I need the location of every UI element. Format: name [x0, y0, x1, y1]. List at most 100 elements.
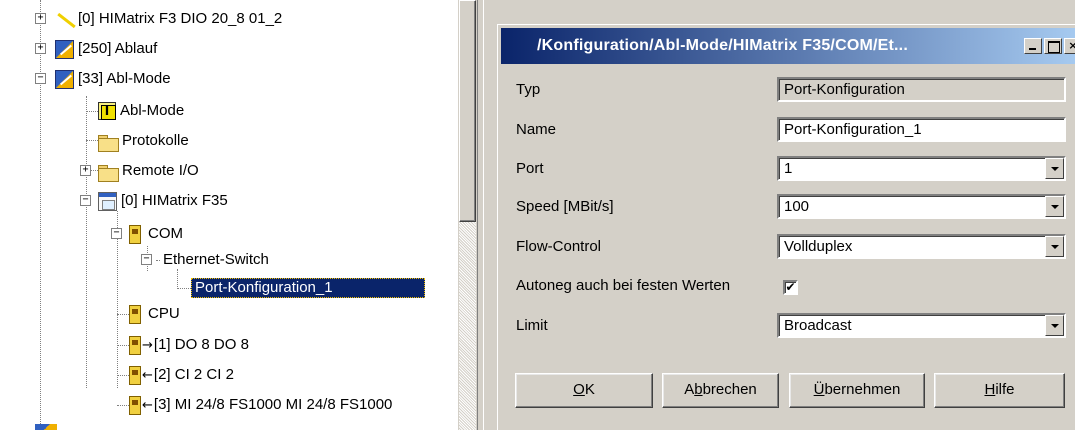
chevron-down-icon[interactable] [1045, 196, 1064, 217]
ok-button[interactable]: OK [515, 373, 653, 408]
tree-item-do8[interactable]: → [1] DO 8 DO 8 [129, 334, 252, 356]
configuration-icon [55, 39, 74, 59]
tree-item-ablauf[interactable]: [250] Ablauf [55, 38, 160, 60]
tree-item-label: [33] Abl-Mode [78, 70, 171, 87]
tree-item-label: Remote I/O [122, 162, 199, 179]
tree-item-label: Ethernet-Switch [163, 251, 269, 268]
tree-item-ci2[interactable]: ← [2] CI 2 CI 2 [129, 364, 237, 386]
controller-module-icon [98, 191, 117, 211]
input-arrow-icon: ← [142, 367, 153, 383]
name-label: Name [516, 121, 557, 138]
port-select-value: 1 [784, 160, 793, 177]
maximize-button[interactable] [1044, 38, 1062, 54]
tree-line [86, 111, 98, 112]
tree-line [117, 375, 129, 376]
tree-item-cpu[interactable]: CPU [129, 303, 183, 325]
flow-control-select-value: Vollduplex [784, 238, 853, 255]
scrollbar-thumb[interactable] [459, 0, 476, 222]
ok-label: K [584, 381, 595, 398]
chevron-down-icon[interactable] [1045, 236, 1064, 257]
tree-item-remote-io[interactable]: Remote I/O [98, 160, 202, 182]
collapse-toggle[interactable]: − [35, 73, 46, 84]
tree-item-label: Protokolle [122, 132, 189, 149]
name-field[interactable]: Port-Konfiguration_1 [777, 117, 1066, 142]
configuration-icon [55, 69, 74, 89]
tree-item-label: [0] HIMatrix F3 DIO 20_8 01_2 [78, 10, 283, 27]
tree-item-abl-mode-resource[interactable]: I Abl-Mode [98, 100, 187, 122]
close-icon: × [1068, 39, 1075, 52]
tree-line [156, 259, 160, 261]
apply-button[interactable]: Übernehmen [789, 373, 925, 408]
card-icon [129, 395, 141, 415]
checkmark-icon: ✔ [785, 280, 796, 294]
card-icon [129, 365, 141, 385]
tree-item-himatrix-f35[interactable]: [0] HIMatrix F35 [98, 190, 231, 212]
collapse-toggle[interactable]: − [141, 254, 152, 265]
tree-item-label: [2] CI 2 CI 2 [153, 366, 234, 383]
cancel-button[interactable]: Abbrechen [662, 373, 779, 408]
cancel-label-pre: A [684, 381, 695, 398]
autoneg-label: Autoneg auch bei festen Werten [516, 277, 731, 294]
limit-label: Limit [516, 317, 548, 334]
tree-item-label: Abl-Mode [120, 102, 185, 119]
speed-select-value: 100 [784, 198, 810, 215]
scrollbar-track[interactable] [459, 222, 476, 430]
expand-toggle[interactable]: + [80, 165, 91, 176]
chevron-down-icon[interactable] [1045, 158, 1064, 179]
apply-accel: Ü [813, 381, 825, 398]
tree-item-mi24[interactable]: ← [3] MI 24/8 FS1000 MI 24/8 FS1000 [129, 394, 395, 416]
expand-toggle[interactable]: + [35, 13, 46, 24]
tree-item-abl-mode-config[interactable]: [33] Abl-Mode [55, 68, 174, 90]
apply-label: bernehmen [824, 381, 901, 398]
tree-item-label: [0] HIMatrix F35 [121, 192, 228, 209]
tree-line [86, 140, 98, 141]
limit-select[interactable]: Broadcast [777, 313, 1066, 338]
tree-item-f3-dio[interactable]: [0] HIMatrix F3 DIO 20_8 01_2 [55, 8, 285, 30]
tree-item-protokolle[interactable]: Protokolle [98, 130, 192, 152]
tree-line [40, 0, 41, 430]
resource-icon: I [98, 102, 116, 120]
speed-select[interactable]: 100 [777, 194, 1066, 219]
tree-item-label: [3] MI 24/8 FS1000 MI 24/8 FS1000 [153, 396, 393, 413]
card-icon [129, 335, 141, 355]
help-label: ilfe [995, 381, 1015, 398]
minimize-button[interactable] [1024, 38, 1042, 54]
configuration-icon [35, 424, 57, 430]
port-select[interactable]: 1 [777, 156, 1066, 181]
speed-label: Speed [MBit/s] [516, 198, 614, 215]
collapse-toggle[interactable]: − [111, 228, 122, 239]
close-button[interactable]: × [1064, 38, 1075, 54]
limit-select-value: Broadcast [784, 317, 852, 334]
card-icon [129, 224, 141, 244]
autoneg-checkbox[interactable]: ✔ [783, 280, 798, 295]
folder-icon [98, 165, 119, 182]
flow-control-label: Flow-Control [516, 238, 602, 255]
folder-icon [98, 135, 119, 152]
tree-scrollbar[interactable] [457, 0, 477, 430]
card-icon [129, 304, 141, 324]
expand-toggle[interactable]: + [35, 43, 46, 54]
help-button[interactable]: Hilfe [934, 373, 1065, 408]
tree-item-port-konfiguration[interactable]: Port-Konfiguration_1 [191, 277, 425, 299]
output-arrow-icon: → [142, 337, 153, 353]
tree-item-label: [1] DO 8 DO 8 [153, 336, 249, 353]
tree-item-ethernet-switch[interactable]: Ethernet-Switch [156, 249, 272, 271]
cancel-label: brechen [702, 381, 757, 398]
project-tree[interactable]: + [0] HIMatrix F3 DIO 20_8 01_2 + [250] … [0, 0, 457, 430]
tree-line [117, 314, 129, 315]
tree-line [117, 345, 129, 346]
input-arrow-icon: ← [142, 397, 153, 413]
ok-accel: O [573, 381, 585, 398]
typ-label: Typ [516, 81, 541, 98]
tree-line [177, 288, 191, 289]
dialog-titlebar[interactable]: /Konfiguration/Abl-Mode/HIMatrix F35/COM… [501, 28, 1075, 64]
tree-item-label: COM [148, 225, 183, 242]
collapse-toggle[interactable]: − [80, 195, 91, 206]
chevron-down-icon[interactable] [1045, 315, 1064, 336]
typ-field: Port-Konfiguration [777, 77, 1066, 102]
dialog-title: /Konfiguration/Abl-Mode/HIMatrix F35/COM… [537, 37, 908, 54]
tree-item-com[interactable]: COM [129, 223, 186, 245]
flow-control-select[interactable]: Vollduplex [777, 234, 1066, 259]
properties-dialog: /Konfiguration/Abl-Mode/HIMatrix F35/COM… [497, 24, 1075, 430]
pane-splitter[interactable] [477, 0, 484, 430]
